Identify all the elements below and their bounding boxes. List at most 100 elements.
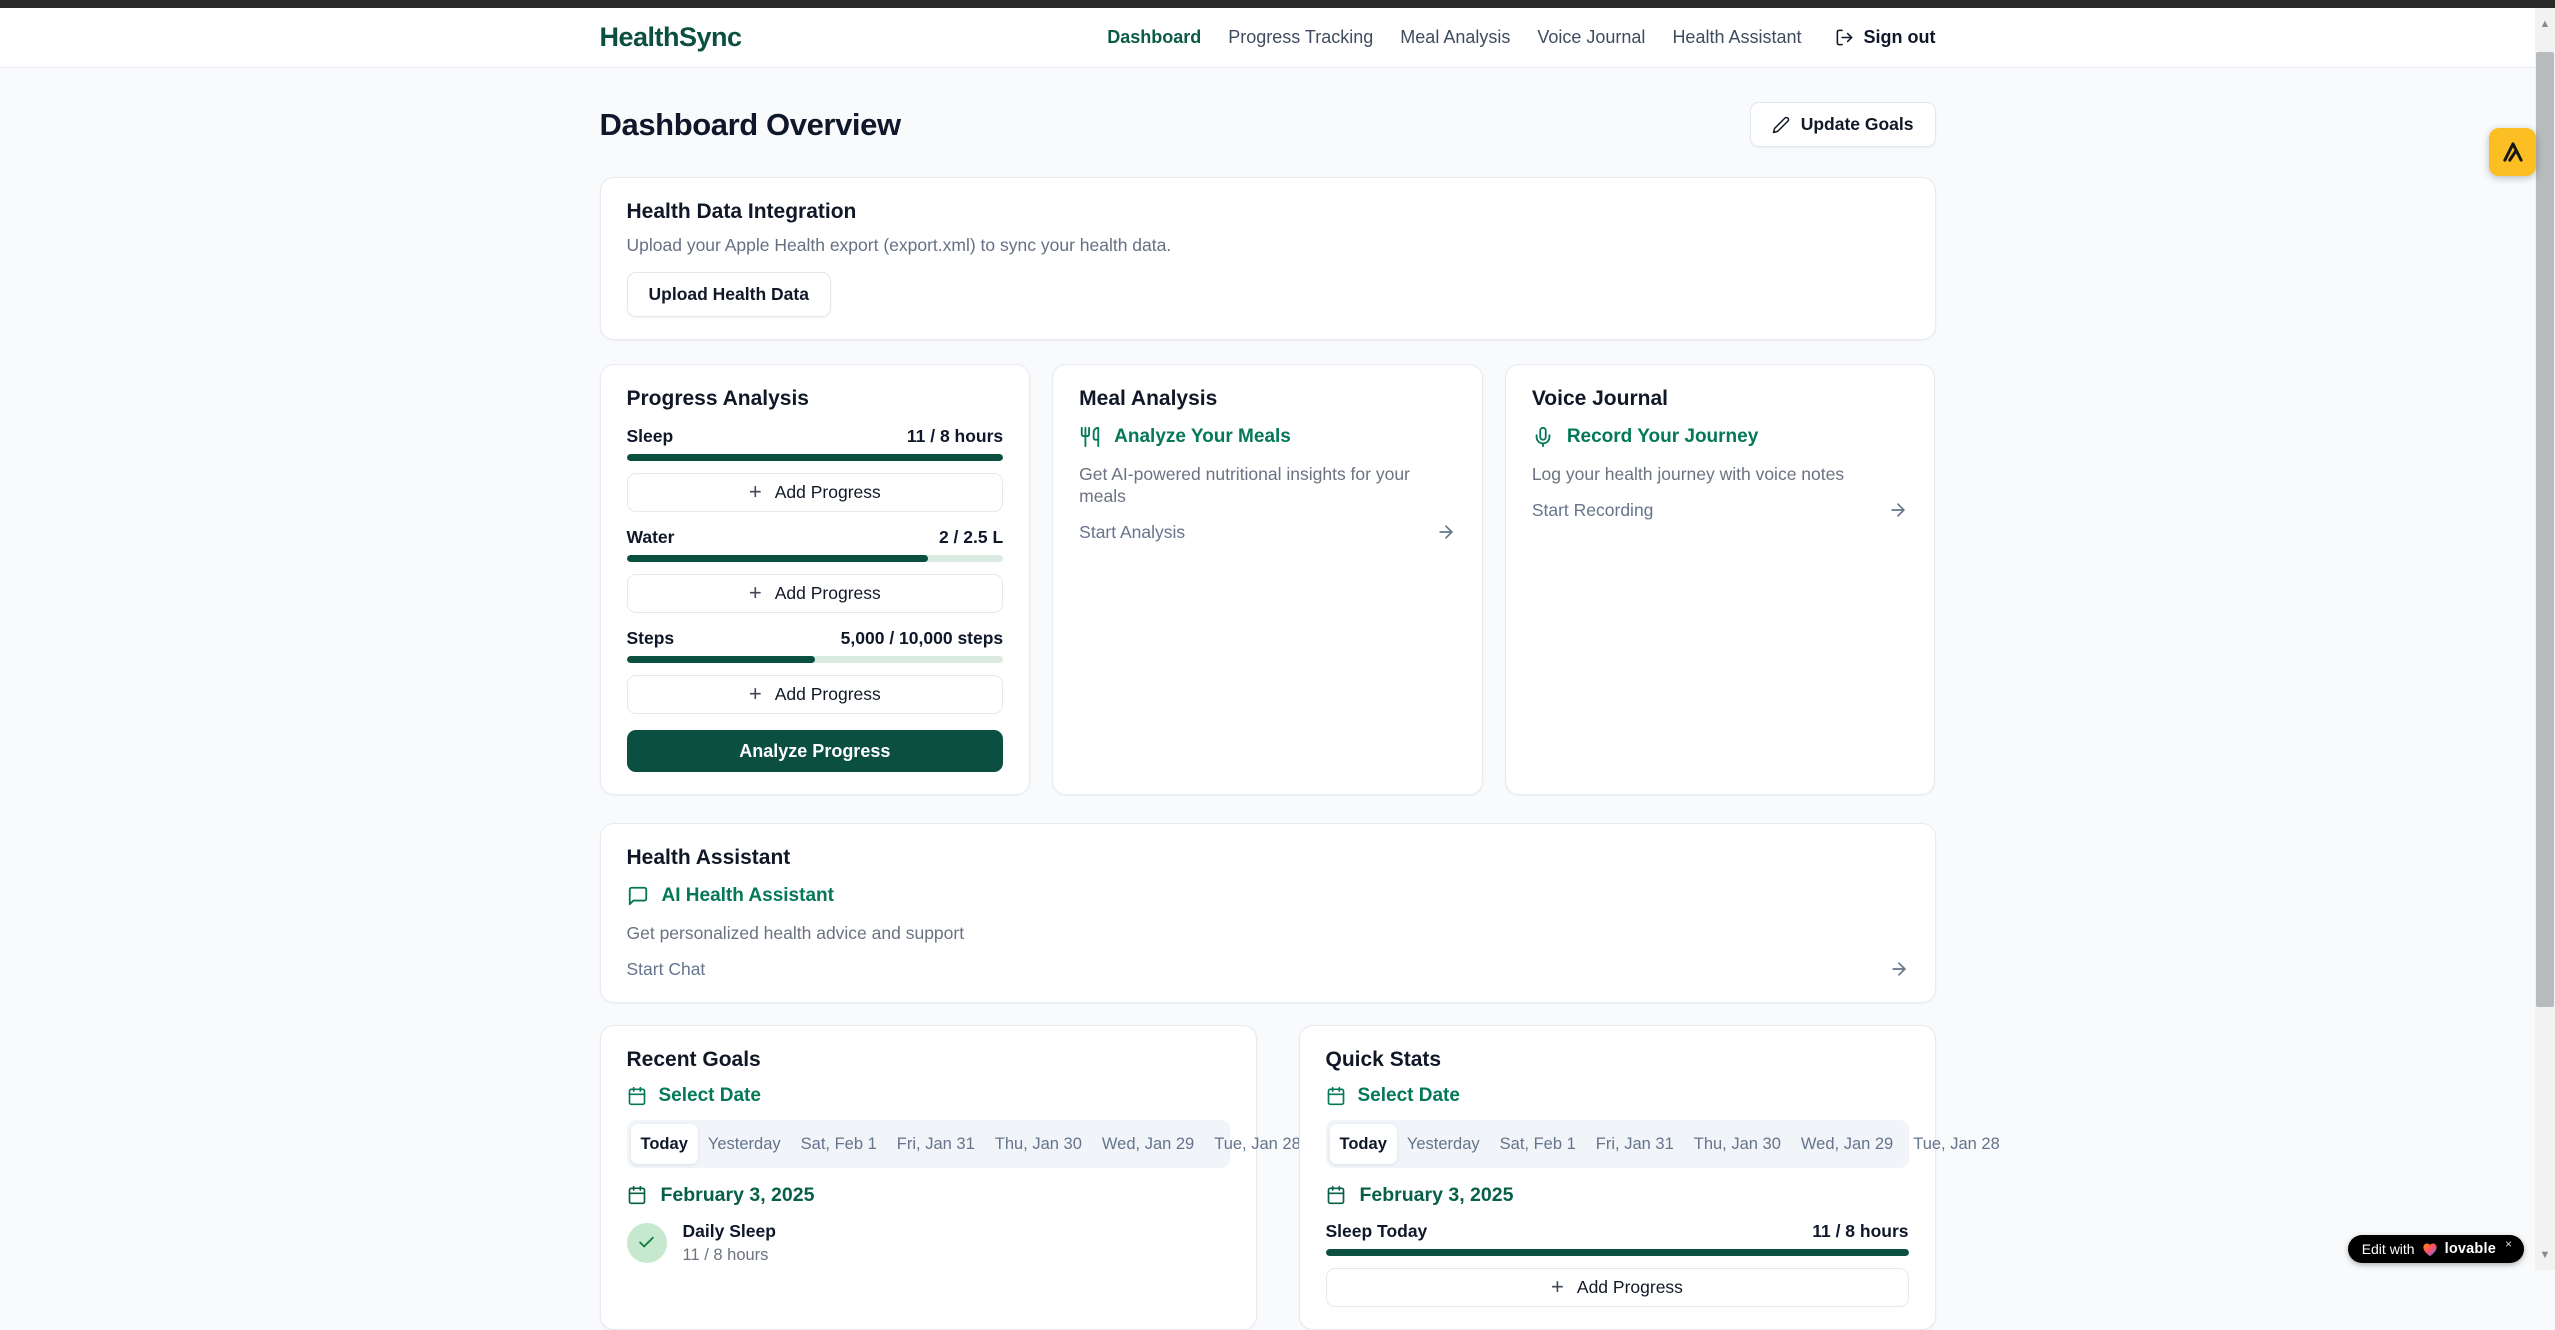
analyze-your-meals-link[interactable]: Analyze Your Meals bbox=[1079, 425, 1456, 449]
health-assistant-description: Get personalized health advice and suppo… bbox=[627, 922, 1909, 944]
start-recording-link[interactable]: Start Recording bbox=[1532, 499, 1909, 521]
start-recording-label: Start Recording bbox=[1532, 499, 1654, 521]
nav-item-meal-analysis[interactable]: Meal Analysis bbox=[1400, 27, 1510, 48]
meal-analysis-card: Meal Analysis Analyze Your Meals Get AI-… bbox=[1052, 364, 1483, 795]
recent-goals-title: Recent Goals bbox=[627, 1048, 1230, 1072]
calendar-icon bbox=[627, 1185, 647, 1205]
recent-goals-card: Recent Goals Select Date Today Yesterday… bbox=[600, 1025, 1257, 1330]
progress-analysis-title: Progress Analysis bbox=[627, 387, 1004, 411]
date-tab-thu-jan-30[interactable]: Thu, Jan 30 bbox=[1684, 1124, 1791, 1164]
progress-analysis-card: Progress Analysis Sleep 11 / 8 hours + A… bbox=[600, 364, 1031, 795]
badge-close-icon[interactable]: × bbox=[2505, 1237, 2512, 1251]
date-tab-tue-jan-28[interactable]: Tue, Jan 28 bbox=[1903, 1124, 2010, 1164]
date-tab-fri-jan-31[interactable]: Fri, Jan 31 bbox=[887, 1124, 985, 1164]
date-tab-yesterday[interactable]: Yesterday bbox=[698, 1124, 791, 1164]
start-chat-link[interactable]: Start Chat bbox=[627, 958, 1909, 980]
start-analysis-link[interactable]: Start Analysis bbox=[1079, 521, 1456, 543]
scrollbar-down-arrow[interactable]: ▼ bbox=[2535, 1242, 2555, 1268]
page-scrollbar[interactable]: ▲ ▼ bbox=[2535, 8, 2555, 1270]
nav-item-health-assistant[interactable]: Health Assistant bbox=[1672, 27, 1801, 48]
health-assistant-card: Health Assistant AI Health Assistant Get… bbox=[600, 823, 1936, 1003]
add-progress-label: Add Progress bbox=[775, 583, 881, 604]
integration-title: Health Data Integration bbox=[627, 200, 1909, 224]
page-title: Dashboard Overview bbox=[600, 107, 901, 143]
selected-date: February 3, 2025 bbox=[627, 1182, 1230, 1208]
voice-journal-description: Log your health journey with voice notes bbox=[1532, 463, 1909, 485]
goal-value: 11 / 8 hours bbox=[907, 425, 1003, 447]
ai-health-assistant-link[interactable]: AI Health Assistant bbox=[627, 884, 1909, 908]
stat-label: Sleep Today bbox=[1326, 1220, 1428, 1242]
date-tabs: Today Yesterday Sat, Feb 1 Fri, Jan 31 T… bbox=[1326, 1120, 1909, 1168]
arrow-right-icon bbox=[1889, 959, 1909, 979]
integration-description: Upload your Apple Health export (export.… bbox=[627, 234, 1909, 256]
calendar-icon bbox=[1326, 1185, 1346, 1205]
date-tab-thu-jan-30[interactable]: Thu, Jan 30 bbox=[985, 1124, 1092, 1164]
badge-brand: lovable bbox=[2445, 1241, 2496, 1257]
analyze-your-meals-label: Analyze Your Meals bbox=[1114, 425, 1291, 449]
quick-stats-card: Quick Stats Select Date Today Yesterday … bbox=[1299, 1025, 1936, 1330]
add-progress-button-sleep-today[interactable]: + Add Progress bbox=[1326, 1268, 1909, 1307]
calendar-icon bbox=[627, 1086, 647, 1106]
date-tab-today[interactable]: Today bbox=[1330, 1124, 1397, 1164]
date-tabs: Today Yesterday Sat, Feb 1 Fri, Jan 31 T… bbox=[627, 1120, 1230, 1168]
scrollbar-up-arrow[interactable]: ▲ bbox=[2535, 8, 2555, 40]
date-tab-today[interactable]: Today bbox=[631, 1124, 698, 1164]
start-chat-label: Start Chat bbox=[627, 958, 706, 980]
meal-analysis-description: Get AI-powered nutritional insights for … bbox=[1079, 463, 1456, 507]
date-tab-wed-jan-29[interactable]: Wed, Jan 29 bbox=[1791, 1124, 1903, 1164]
add-progress-label: Add Progress bbox=[1577, 1277, 1683, 1298]
stat-value: 11 / 8 hours bbox=[1812, 1220, 1908, 1242]
plus-icon: + bbox=[749, 582, 762, 604]
goal-steps: Steps 5,000 / 10,000 steps + Add Progres… bbox=[627, 627, 1004, 714]
lovable-launcher-button[interactable] bbox=[2489, 128, 2536, 176]
goal-label: Water bbox=[627, 526, 675, 548]
upload-health-data-button[interactable]: Upload Health Data bbox=[627, 272, 831, 317]
edit-with-lovable-badge[interactable]: Edit with lovable × bbox=[2348, 1235, 2524, 1263]
record-your-journey-label: Record Your Journey bbox=[1567, 425, 1758, 449]
main-nav: Dashboard Progress Tracking Meal Analysi… bbox=[1107, 27, 1935, 48]
selected-date-label: February 3, 2025 bbox=[661, 1182, 815, 1208]
meal-analysis-title: Meal Analysis bbox=[1079, 387, 1456, 411]
plus-icon: + bbox=[749, 481, 762, 503]
date-tab-yesterday[interactable]: Yesterday bbox=[1397, 1124, 1490, 1164]
voice-journal-title: Voice Journal bbox=[1532, 387, 1909, 411]
health-data-integration-card: Health Data Integration Upload your Appl… bbox=[600, 177, 1936, 340]
nav-item-dashboard[interactable]: Dashboard bbox=[1107, 27, 1201, 48]
steps-progress-bar bbox=[627, 656, 1004, 663]
arrow-right-icon bbox=[1436, 522, 1456, 542]
nav-item-voice-journal[interactable]: Voice Journal bbox=[1537, 27, 1645, 48]
add-progress-button-sleep[interactable]: + Add Progress bbox=[627, 473, 1004, 512]
selected-date: February 3, 2025 bbox=[1326, 1182, 1909, 1208]
record-your-journey-link[interactable]: Record Your Journey bbox=[1532, 425, 1909, 449]
analyze-progress-button[interactable]: Analyze Progress bbox=[627, 730, 1004, 772]
scrollbar-thumb[interactable] bbox=[2536, 52, 2554, 1007]
lovable-launcher-icon bbox=[2500, 139, 2526, 165]
select-date-button[interactable]: Select Date bbox=[627, 1084, 1230, 1108]
arrow-right-icon bbox=[1888, 500, 1908, 520]
select-date-button[interactable]: Select Date bbox=[1326, 1084, 1909, 1108]
water-progress-bar bbox=[627, 555, 1004, 562]
sign-out-button[interactable]: Sign out bbox=[1835, 27, 1936, 48]
goal-label: Steps bbox=[627, 627, 675, 649]
goal-item-name: Daily Sleep bbox=[683, 1220, 776, 1242]
goal-water: Water 2 / 2.5 L + Add Progress bbox=[627, 526, 1004, 613]
utensils-icon bbox=[1079, 426, 1101, 448]
brand-logo[interactable]: HealthSync bbox=[600, 22, 742, 53]
nav-item-progress-tracking[interactable]: Progress Tracking bbox=[1228, 27, 1373, 48]
add-progress-button-water[interactable]: + Add Progress bbox=[627, 574, 1004, 613]
add-progress-button-steps[interactable]: + Add Progress bbox=[627, 675, 1004, 714]
goal-value: 2 / 2.5 L bbox=[939, 526, 1003, 548]
plus-icon: + bbox=[749, 683, 762, 705]
date-tab-sat-feb-1[interactable]: Sat, Feb 1 bbox=[1490, 1124, 1586, 1164]
upload-health-data-label: Upload Health Data bbox=[649, 284, 809, 305]
date-tab-wed-jan-29[interactable]: Wed, Jan 29 bbox=[1092, 1124, 1204, 1164]
date-tab-fri-jan-31[interactable]: Fri, Jan 31 bbox=[1586, 1124, 1684, 1164]
update-goals-button[interactable]: Update Goals bbox=[1750, 102, 1936, 147]
quick-stats-title: Quick Stats bbox=[1326, 1048, 1909, 1072]
date-tab-tue-jan-28[interactable]: Tue, Jan 28 bbox=[1204, 1124, 1311, 1164]
date-tab-sat-feb-1[interactable]: Sat, Feb 1 bbox=[791, 1124, 887, 1164]
health-assistant-title: Health Assistant bbox=[627, 846, 1909, 870]
pencil-icon bbox=[1772, 116, 1790, 134]
microphone-icon bbox=[1532, 426, 1554, 448]
sleep-progress-bar bbox=[627, 454, 1004, 461]
